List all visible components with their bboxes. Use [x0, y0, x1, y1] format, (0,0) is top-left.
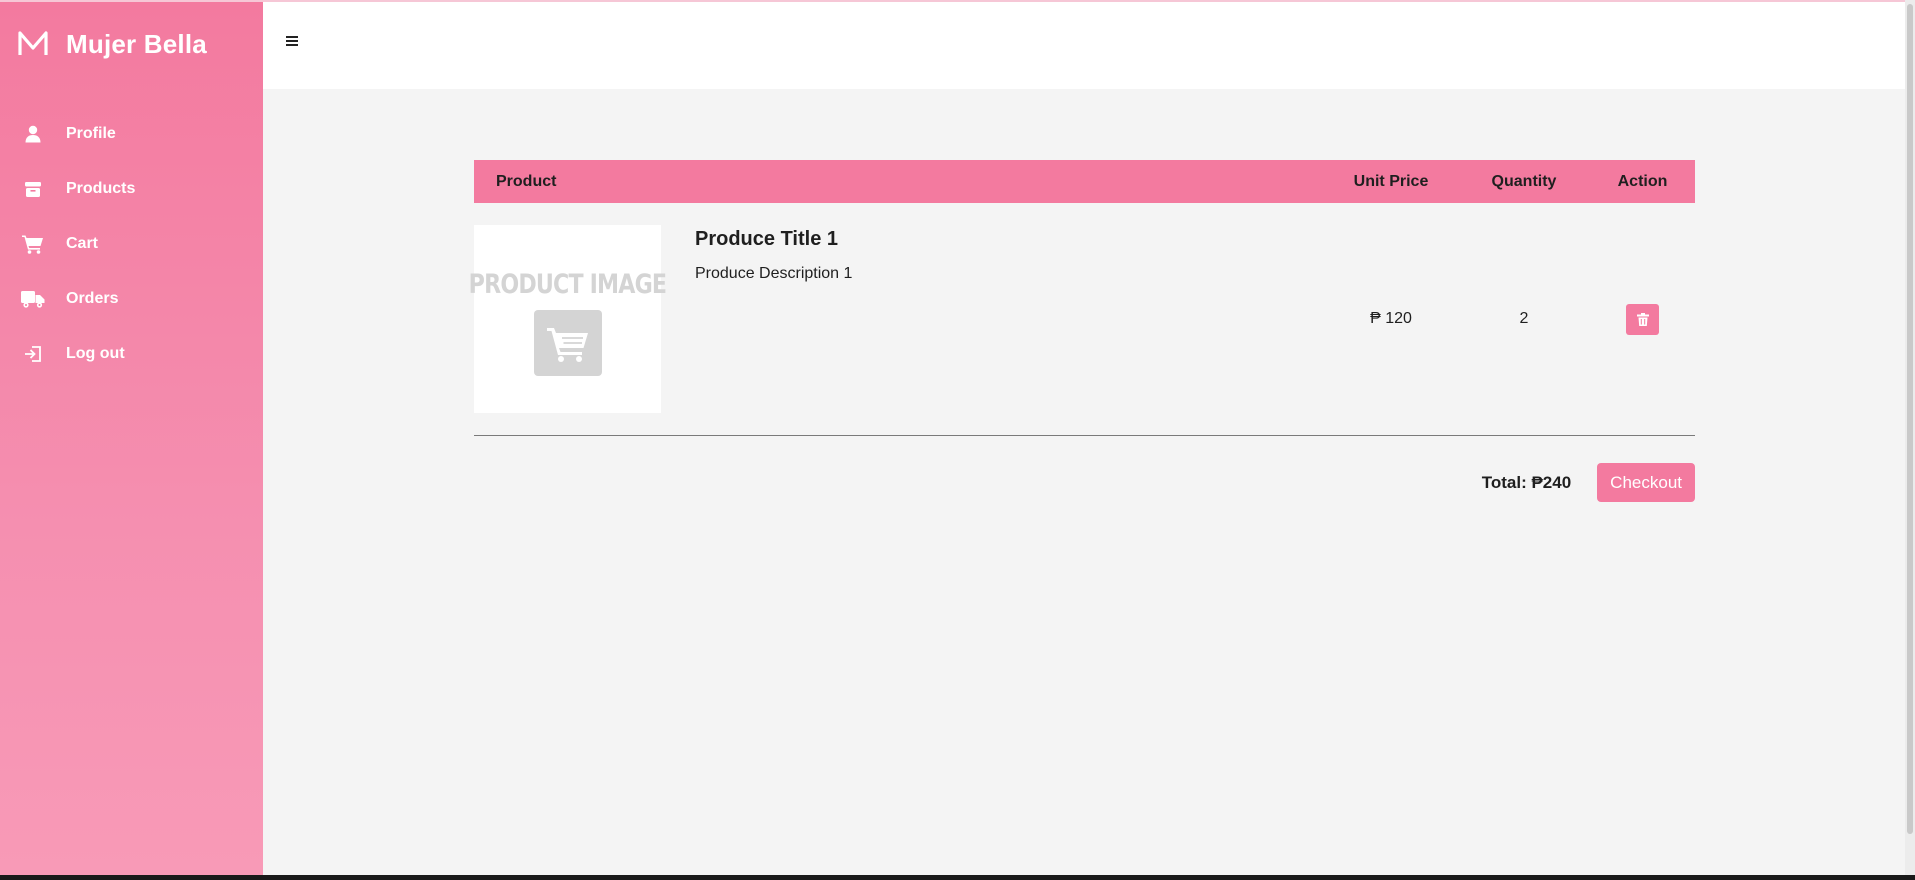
- user-icon: [20, 121, 46, 147]
- sidebar-item-label: Products: [66, 179, 136, 197]
- box-icon: [20, 176, 46, 202]
- cart-footer: Total: ₱240 Checkout: [474, 463, 1695, 502]
- product-description: Produce Description 1: [695, 265, 853, 282]
- sidebar-item-profile[interactable]: Profile: [0, 106, 263, 161]
- unit-price-value: ₱ 120: [1370, 310, 1412, 327]
- brand-name: Mujer Bella: [66, 28, 207, 59]
- cart-icon: [533, 310, 602, 376]
- quantity-value: 2: [1519, 310, 1529, 327]
- sidebar-item-label: Cart: [66, 234, 99, 252]
- cart-item-row: PRODUCT IMAGE Produce Title 1 Produce De…: [469, 225, 1695, 413]
- sidebar-item-products[interactable]: Products: [0, 161, 263, 216]
- sidebar-item-label: Profile: [66, 124, 116, 142]
- window-bottom-edge: [0, 875, 1915, 880]
- hamburger-icon[interactable]: [286, 32, 304, 50]
- header-product: Product: [496, 172, 557, 190]
- scrollbar-thumb[interactable]: [1907, 4, 1913, 834]
- divider: [474, 435, 1695, 436]
- product-image-label: PRODUCT IMAGE: [468, 269, 667, 300]
- delete-item-button[interactable]: [1626, 303, 1659, 335]
- brand[interactable]: Mujer Bella: [0, 2, 263, 86]
- brand-logo-icon: [18, 31, 48, 55]
- cart-total: Total: ₱240: [1481, 472, 1572, 492]
- vertical-scrollbar[interactable]: [1905, 0, 1915, 875]
- cart-table-header: Product Unit Price Quantity Action: [474, 160, 1695, 203]
- trash-icon: [1636, 312, 1649, 326]
- header-unit-price: Unit Price: [1353, 172, 1429, 190]
- product-title[interactable]: Produce Title 1: [695, 228, 852, 251]
- checkout-button[interactable]: Checkout: [1597, 463, 1695, 502]
- sidebar-item-cart[interactable]: Cart: [0, 216, 263, 271]
- app: Mujer Bella Profile Products Cart Orders…: [0, 0, 1915, 880]
- cart-panel: Product Unit Price Quantity Action PRODU…: [469, 160, 1695, 502]
- header-action: Action: [1617, 172, 1668, 190]
- sidebar-item-label: Orders: [66, 289, 119, 307]
- sidebar-item-label: Log out: [66, 344, 125, 362]
- cart-item-action: [1590, 303, 1695, 335]
- cart-item-product: PRODUCT IMAGE Produce Title 1 Produce De…: [469, 225, 1324, 413]
- sidebar: Mujer Bella Profile Products Cart Orders…: [0, 0, 263, 875]
- sidebar-item-orders[interactable]: Orders: [0, 271, 263, 326]
- cart-icon: [20, 231, 46, 257]
- sidebar-nav: Profile Products Cart Orders Log out: [0, 106, 263, 381]
- product-info: Produce Title 1 Produce Description 1: [695, 225, 852, 283]
- product-image: PRODUCT IMAGE: [469, 225, 667, 413]
- logout-icon: [20, 341, 46, 367]
- truck-icon: [20, 286, 46, 312]
- topbar: [263, 0, 1905, 89]
- sidebar-item-logout[interactable]: Log out: [0, 326, 263, 381]
- header-quantity: Quantity: [1491, 172, 1557, 190]
